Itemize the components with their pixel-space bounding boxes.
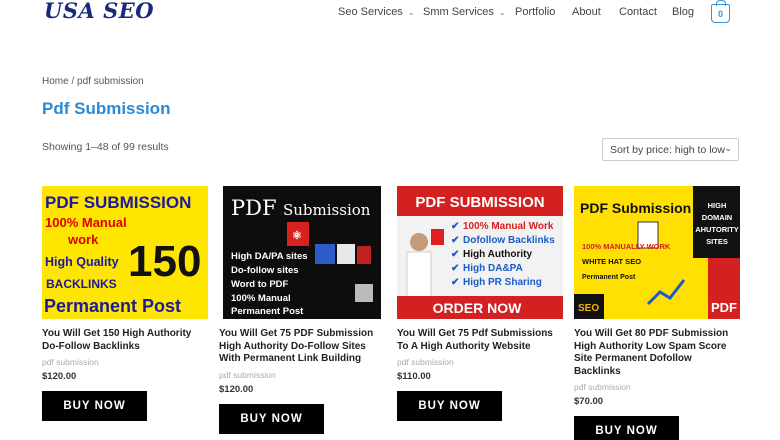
cart-count: 0 [717,8,723,19]
site-logo[interactable]: USA SEO [44,0,154,23]
image-text: 100% MANUALLY WORK [582,242,671,251]
image-text: SITES [706,237,728,246]
product-price: $120.00 [219,383,254,395]
buy-now-button[interactable]: BUY NOW [574,416,679,440]
chevron-down-icon: ⌄ [724,143,732,153]
image-text: DOMAIN [702,213,732,222]
image-text: Word to PDF [231,279,289,290]
image-text: 100% Manual [45,215,127,230]
image-text: work [67,232,99,247]
image-text: AHUTORITY [695,225,739,234]
product-title[interactable]: You Will Get 80 PDF Submission High Auth… [574,328,740,378]
nav-item-contact[interactable]: Contact [619,6,672,18]
image-text: Permanent Post [44,296,181,316]
image-text: BACKLINKS [46,277,117,291]
image-text: 150 [128,237,201,286]
nav-item-seo-services[interactable]: Seo Services ⌄ [338,6,423,18]
product-image-graphic: PDF SUBMISSION 100% Manual work High Qua… [42,186,208,319]
sort-select[interactable]: Sort by price: high to low ⌄ [602,138,739,161]
image-text: PDF SUBMISSION [45,193,191,212]
buy-now-button[interactable]: BUY NOW [42,391,147,421]
image-text: 100% Manual [231,293,291,304]
image-text: High PR Sharing [463,277,542,288]
image-text: Do-follow sites [231,265,299,276]
nav-item-blog[interactable]: Blog [672,6,712,18]
product-image[interactable]: PDF SUBMISSION ✔ 100% Manual Work ✔ Dofo… [397,186,563,319]
product-card: PDF Submission HIGH DOMAIN AHUTORITY SIT… [574,186,740,440]
buy-now-button[interactable]: BUY NOW [397,391,502,421]
nav-item-about[interactable]: About [572,6,619,18]
product-title[interactable]: You Will Get 150 High Authority Do-Follo… [42,328,208,353]
image-text: Dofollow Backlinks [463,235,555,246]
image-text: High Quality [45,255,119,269]
nav-item-label: Smm Services [423,6,494,18]
product-card: PDF Submission ⚛ High DA/PA sites Do-fol… [219,186,385,434]
image-text: WHITE HAT SEO [582,257,641,266]
product-category: pdf submission [397,357,454,367]
nav-item-label: Seo Services [338,6,403,18]
image-text: PDF [231,196,277,220]
image-text: ORDER NOW [433,300,522,316]
page-title: Pdf Submission [42,99,171,118]
product-category: pdf submission [42,357,99,367]
nav-item-label: Blog [672,6,695,18]
product-image-graphic: PDF Submission ⚛ High DA/PA sites Do-fol… [219,186,385,319]
image-text: SEO [578,303,599,314]
buy-now-button[interactable]: BUY NOW [219,403,324,434]
nav-item-label: Portfolio [515,6,556,18]
nav-item-smm-services[interactable]: Smm Services ⌄ [423,6,515,18]
chevron-down-icon: ⌄ [407,7,415,17]
image-text: PDF SUBMISSION [415,194,544,211]
main-nav: Seo Services ⌄ Smm Services ⌄ Portfolio … [338,6,712,18]
image-text: HIGH [708,201,727,210]
image-text: High DA/PA sites [231,251,308,262]
image-text: 100% Manual Work [463,221,554,232]
image-text: High Authority [463,249,533,260]
product-image[interactable]: PDF SUBMISSION 100% Manual work High Qua… [42,186,208,319]
image-text: Permanent Post [231,306,304,317]
image-text: High DA&PA [463,263,523,274]
nav-item-label: About [572,6,601,18]
product-category: pdf submission [219,369,276,380]
product-price: $120.00 [42,371,77,382]
product-image[interactable]: PDF Submission ⚛ High DA/PA sites Do-fol… [219,186,385,319]
nav-item-label: Contact [619,6,657,18]
product-price: $70.00 [574,396,604,407]
product-price: $110.00 [397,371,431,382]
svg-text:✔: ✔ [451,235,459,246]
image-text: Submission [283,201,371,219]
svg-text:✔: ✔ [451,249,459,260]
product-image-graphic: PDF SUBMISSION ✔ 100% Manual Work ✔ Dofo… [397,186,563,319]
image-text: Permanent Post [582,274,636,281]
product-image[interactable]: PDF Submission HIGH DOMAIN AHUTORITY SIT… [574,186,740,319]
product-title[interactable]: You Will Get 75 PDF Submission High Auth… [219,328,385,366]
svg-text:⚛: ⚛ [292,230,302,242]
image-text: PDF [711,300,737,315]
chevron-down-icon: ⌄ [498,7,506,17]
result-count: Showing 1–48 of 99 results [42,141,169,153]
site-header: USA SEO Seo Services ⌄ Smm Services ⌄ Po… [0,0,780,30]
nav-item-portfolio[interactable]: Portfolio [515,6,572,18]
cart-icon[interactable]: 0 [711,0,730,23]
product-card: PDF SUBMISSION 100% Manual work High Qua… [42,186,208,421]
product-category: pdf submission [574,382,631,392]
image-text: PDF Submission [580,200,691,216]
svg-text:✔: ✔ [451,277,459,288]
breadcrumb[interactable]: Home / pdf submission [42,76,144,87]
svg-text:✔: ✔ [451,221,459,232]
product-card: PDF SUBMISSION ✔ 100% Manual Work ✔ Dofo… [397,186,563,421]
product-image-graphic: PDF Submission HIGH DOMAIN AHUTORITY SIT… [574,186,740,319]
svg-text:✔: ✔ [451,263,459,274]
product-title[interactable]: You Will Get 75 Pdf Submissions To A Hig… [397,328,563,353]
sort-selected-value: Sort by price: high to low [610,143,725,156]
